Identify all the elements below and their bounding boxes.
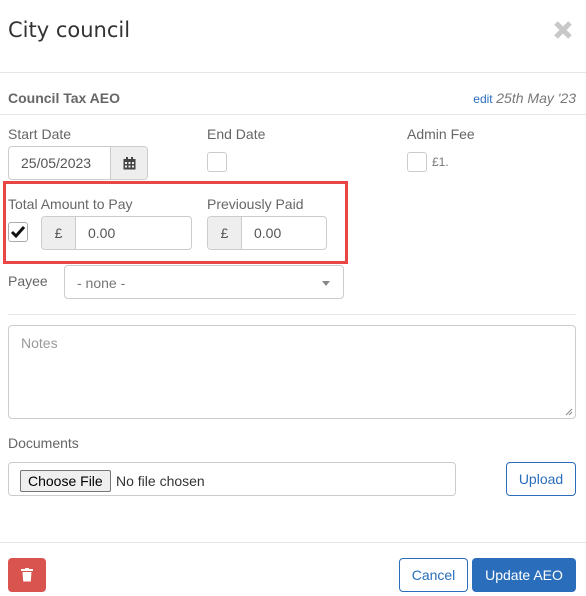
- payee-selected: - none -: [77, 275, 126, 291]
- admin-fee-checkbox[interactable]: [407, 152, 427, 172]
- upload-button[interactable]: Upload: [506, 462, 576, 496]
- previously-paid-field[interactable]: £ 0.00: [207, 216, 327, 250]
- record-meta: edit 25th May '23: [473, 90, 576, 106]
- total-amount-checkbox[interactable]: [8, 222, 28, 242]
- checkmark-icon: [10, 226, 26, 239]
- total-amount-value[interactable]: 0.00: [76, 217, 191, 249]
- delete-button[interactable]: [8, 558, 46, 592]
- record-name: Council Tax AEO: [8, 90, 121, 106]
- end-date-checkbox[interactable]: [207, 152, 227, 172]
- payee-label: Payee: [8, 273, 48, 289]
- trash-icon: [21, 568, 33, 582]
- start-date-field[interactable]: 25/05/2023: [8, 146, 148, 180]
- calendar-button[interactable]: [110, 147, 147, 179]
- end-date-label: End Date: [207, 126, 266, 142]
- file-status: No file chosen: [116, 473, 205, 489]
- divider: [8, 314, 576, 315]
- admin-fee-value: £1.: [432, 155, 449, 169]
- start-date-value[interactable]: 25/05/2023: [9, 147, 110, 179]
- close-button[interactable]: [552, 18, 574, 42]
- total-amount-field[interactable]: £ 0.00: [41, 216, 192, 250]
- modal-title: City council: [8, 18, 131, 42]
- previously-paid-value[interactable]: 0.00: [242, 217, 326, 249]
- documents-label: Documents: [8, 435, 79, 451]
- section-divider: [0, 114, 586, 115]
- currency-addon: £: [208, 217, 242, 249]
- record-date: 25th May '23: [496, 90, 576, 106]
- resize-handle-icon[interactable]: [565, 408, 573, 416]
- edit-link[interactable]: edit: [473, 92, 492, 106]
- cancel-button[interactable]: Cancel: [399, 558, 468, 592]
- footer-divider: [0, 542, 586, 543]
- calendar-icon: [123, 156, 135, 169]
- payee-select[interactable]: - none -: [64, 265, 344, 299]
- choose-file-button[interactable]: Choose File: [20, 470, 111, 492]
- notes-textarea[interactable]: Notes: [8, 325, 576, 419]
- admin-fee-label: Admin Fee: [407, 126, 475, 142]
- update-aeo-button[interactable]: Update AEO: [472, 558, 576, 592]
- header-divider: [0, 72, 586, 73]
- total-amount-label: Total Amount to Pay: [8, 196, 133, 212]
- previously-paid-label: Previously Paid: [207, 196, 304, 212]
- file-input[interactable]: Choose File No file chosen: [8, 462, 456, 496]
- chevron-down-icon: [322, 281, 330, 286]
- currency-addon: £: [42, 217, 76, 249]
- close-icon: [554, 21, 572, 39]
- notes-placeholder: Notes: [21, 335, 58, 351]
- start-date-label: Start Date: [8, 126, 72, 142]
